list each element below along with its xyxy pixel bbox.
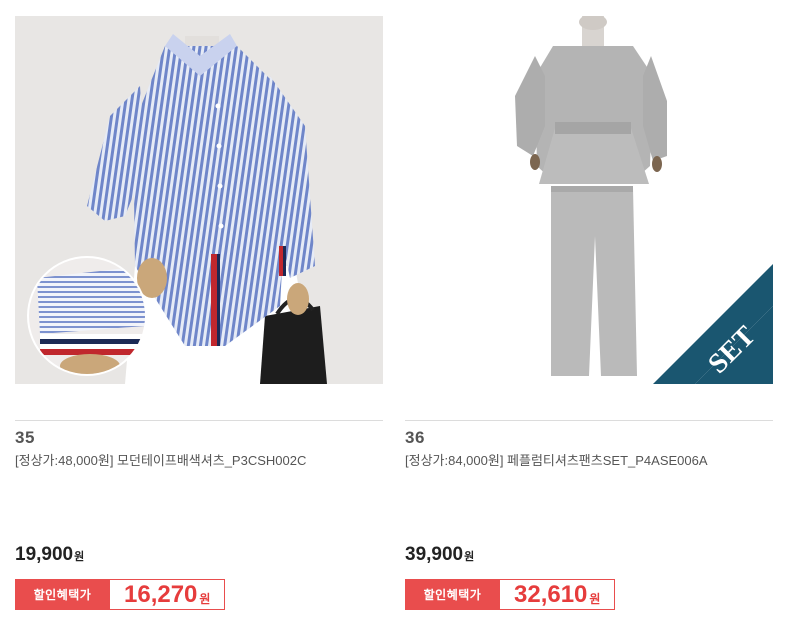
divider bbox=[15, 420, 383, 421]
product-price: 39,900원 bbox=[405, 544, 474, 566]
product-price: 19,900원 bbox=[15, 544, 84, 566]
product-title-link[interactable]: [정상가:84,000원] 페플럼티셔츠팬츠SET_P4ASE006A bbox=[405, 451, 750, 470]
discount-price-unit: 원 bbox=[199, 592, 211, 606]
discount-price: 16,270 원 bbox=[110, 579, 226, 610]
product-image[interactable] bbox=[15, 16, 383, 384]
product-image[interactable]: SET bbox=[405, 16, 773, 384]
product-number: 36 bbox=[405, 428, 425, 447]
price-unit: 원 bbox=[74, 551, 85, 563]
discount-price-value: 32,610 bbox=[514, 580, 588, 608]
product-title-link[interactable]: [정상가:48,000원] 모던테이프배색셔츠_P3CSH002C bbox=[15, 451, 360, 470]
discount-label: 할인혜택가 bbox=[15, 579, 110, 610]
discount-price-box: 할인혜택가 32,610 원 bbox=[405, 579, 616, 610]
price-unit: 원 bbox=[464, 551, 475, 563]
discount-price-unit: 원 bbox=[589, 592, 601, 606]
product-number: 35 bbox=[15, 428, 35, 447]
discount-price-value: 16,270 bbox=[124, 580, 198, 608]
product-card-35[interactable]: 35 [정상가:48,000원] 모던테이프배색셔츠_P3CSH002C 19,… bbox=[15, 0, 383, 636]
discount-price-box: 할인혜택가 16,270 원 bbox=[15, 579, 226, 610]
price-value: 39,900 bbox=[405, 544, 464, 565]
discount-label: 할인혜택가 bbox=[405, 579, 500, 610]
product-card-36[interactable]: SET 36 [정상가:84,000원] 페플럼티셔츠팬츠SET_P4ASE00… bbox=[405, 0, 773, 636]
discount-price: 32,610 원 bbox=[500, 579, 616, 610]
divider bbox=[405, 420, 773, 421]
price-value: 19,900 bbox=[15, 544, 74, 565]
